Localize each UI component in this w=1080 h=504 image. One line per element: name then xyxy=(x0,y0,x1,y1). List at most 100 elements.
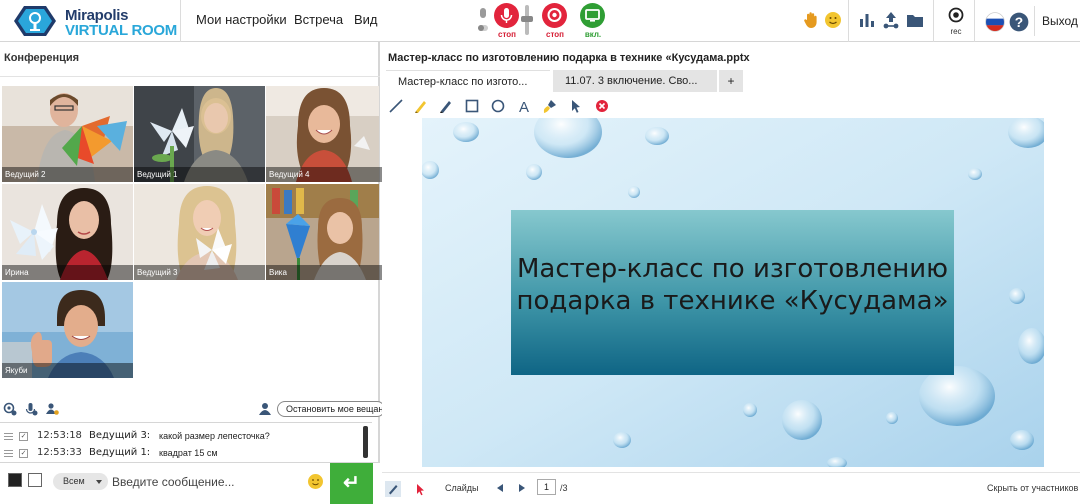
emoji-picker-icon[interactable] xyxy=(307,473,324,490)
participant-name: Ведущий 1 xyxy=(134,167,265,182)
video-tile[interactable]: Ведущий 1 xyxy=(134,86,265,182)
drag-handle-icon[interactable] xyxy=(4,433,13,440)
panel-divider xyxy=(0,76,380,77)
message-text: квадрат 15 см xyxy=(159,448,218,458)
slide: Мастер-класс по изготовлению подарка в т… xyxy=(422,118,1044,467)
message-author: Ведущий 1: xyxy=(89,447,151,458)
highlighter-tool-icon[interactable] xyxy=(413,98,429,114)
text-tool-icon[interactable]: A xyxy=(516,98,532,114)
conference-panel: Конференция Ведущий 2 Ведущий 1 Ведущий … xyxy=(0,42,397,504)
statistics-icon[interactable] xyxy=(857,10,877,30)
clear-tool-icon[interactable] xyxy=(594,98,610,114)
video-tile[interactable]: Якуби xyxy=(2,282,133,378)
logo-icon xyxy=(14,6,56,36)
russia-flag-icon[interactable] xyxy=(985,12,1005,32)
video-tile[interactable]: Вика xyxy=(266,184,397,280)
presentation-panel: Мастер-класс по изготовлению подарка в т… xyxy=(382,42,1080,504)
participant-name: Якуби xyxy=(2,363,133,378)
toolbar-divider xyxy=(974,0,975,42)
stop-broadcast-button[interactable]: Остановить мое вещание xyxy=(277,401,385,417)
chat-scrollbar[interactable] xyxy=(363,426,368,458)
tab-presentation[interactable]: Мастер-класс по изгото... xyxy=(386,70,550,92)
send-button[interactable]: ↵ xyxy=(330,463,373,504)
slide-canvas[interactable]: Мастер-класс по изготовлению подарка в т… xyxy=(382,118,1080,470)
screen-share-button[interactable] xyxy=(580,3,605,28)
folder-icon[interactable] xyxy=(905,10,925,30)
mic-stop-label: стоп xyxy=(498,30,516,39)
ellipse-tool-icon[interactable] xyxy=(490,98,506,114)
rectangle-tool-icon[interactable] xyxy=(464,98,480,114)
message-input[interactable] xyxy=(112,471,302,493)
exit-button[interactable]: Выход xyxy=(1034,6,1080,36)
pencil-tool-icon[interactable] xyxy=(438,98,454,114)
slide-title-box: Мастер-класс по изготовлению подарка в т… xyxy=(511,210,954,375)
share-icon[interactable] xyxy=(881,10,901,30)
menu-meeting[interactable]: Встреча xyxy=(294,12,343,27)
webcam-settings-icon[interactable] xyxy=(3,402,17,416)
record-button[interactable]: rec xyxy=(945,7,967,37)
participant-name: Ведущий 3 xyxy=(134,265,265,280)
hide-from-participants-toggle[interactable]: Скрыть от участников xyxy=(987,483,1078,493)
drag-handle-icon[interactable] xyxy=(4,450,13,457)
recipient-select[interactable]: Всем xyxy=(53,473,108,490)
background-color-picker[interactable] xyxy=(28,473,42,487)
webcam-icon xyxy=(547,8,562,22)
message-checkbox[interactable]: ✓ xyxy=(19,449,28,458)
message-time: 12:53:18 xyxy=(37,430,82,441)
microphone-icon xyxy=(500,8,513,23)
raise-hand-icon[interactable] xyxy=(801,10,821,30)
tab-second-document[interactable]: 11.07. 3 включение. Сво... xyxy=(553,70,717,92)
message-author: Ведущий 3: xyxy=(89,430,151,441)
video-tile[interactable]: Ирина xyxy=(2,184,133,280)
svg-text:?: ? xyxy=(1015,15,1023,30)
participant-name: Ведущий 2 xyxy=(2,167,133,182)
next-slide-icon[interactable] xyxy=(519,484,525,492)
message-text: какой размер лепесточка? xyxy=(159,431,270,441)
participant-name: Вика xyxy=(266,265,397,280)
line-tool-icon[interactable] xyxy=(388,98,404,114)
camera-stop-label: стоп xyxy=(546,30,564,39)
chevron-down-icon xyxy=(96,480,102,484)
page-number-input[interactable] xyxy=(537,479,556,495)
participants-settings-icon[interactable] xyxy=(45,402,59,416)
emoji-icon[interactable] xyxy=(823,10,843,30)
slides-label[interactable]: Слайды xyxy=(445,483,479,493)
page-total: /3 xyxy=(560,483,568,493)
slide-title: Мастер-класс по изготовлению подарка в т… xyxy=(516,254,949,316)
menu-view[interactable]: Вид xyxy=(354,12,378,27)
chat-message: ✓ 12:53:18 Ведущий 3: какой размер лепес… xyxy=(0,429,365,445)
camera-stop-button[interactable] xyxy=(542,3,567,28)
pointer-tool-icon[interactable] xyxy=(568,98,584,114)
help-icon[interactable]: ? xyxy=(1009,12,1029,32)
participant-name: Ирина xyxy=(2,265,133,280)
record-label: rec xyxy=(950,27,962,36)
recipient-value: Всем xyxy=(63,476,85,486)
mic-stop-button[interactable] xyxy=(494,3,519,28)
menu-my-settings[interactable]: Мои настройки xyxy=(196,12,287,27)
message-time: 12:53:33 xyxy=(37,447,82,458)
logo: Mirapolis VIRTUAL ROOM xyxy=(10,3,180,39)
message-checkbox[interactable]: ✓ xyxy=(19,432,28,441)
mic-toggle-icon[interactable] xyxy=(477,6,489,34)
text-color-picker[interactable] xyxy=(8,473,22,487)
participant-name: Ведущий 4 xyxy=(266,167,397,182)
chat-log: ✓ 12:53:18 Ведущий 3: какой размер лепес… xyxy=(0,422,372,462)
draw-mode-icon[interactable] xyxy=(385,481,401,497)
video-tile[interactable]: Ведущий 3 xyxy=(134,184,265,280)
conference-title: Конференция xyxy=(4,52,80,64)
microphone-settings-icon[interactable] xyxy=(24,402,38,416)
volume-slider-handle[interactable] xyxy=(521,16,533,22)
svg-text:A: A xyxy=(519,99,529,114)
pointer-mode-icon[interactable] xyxy=(412,481,428,497)
toolbar-divider xyxy=(933,0,934,42)
slide-navigation-bar: Слайды /3 Скрыть от участников xyxy=(382,472,1080,504)
video-tile[interactable]: Ведущий 2 xyxy=(2,86,133,182)
eraser-brush-icon[interactable] xyxy=(542,98,558,114)
video-tile[interactable]: Ведущий 4 xyxy=(266,86,397,182)
previous-slide-icon[interactable] xyxy=(497,484,503,492)
brand-subtitle: VIRTUAL ROOM xyxy=(65,22,177,39)
screen-share-label: вкл. xyxy=(584,30,602,39)
add-tab-button[interactable]: + xyxy=(719,70,743,92)
record-icon xyxy=(948,7,964,23)
monitor-icon xyxy=(585,9,600,22)
